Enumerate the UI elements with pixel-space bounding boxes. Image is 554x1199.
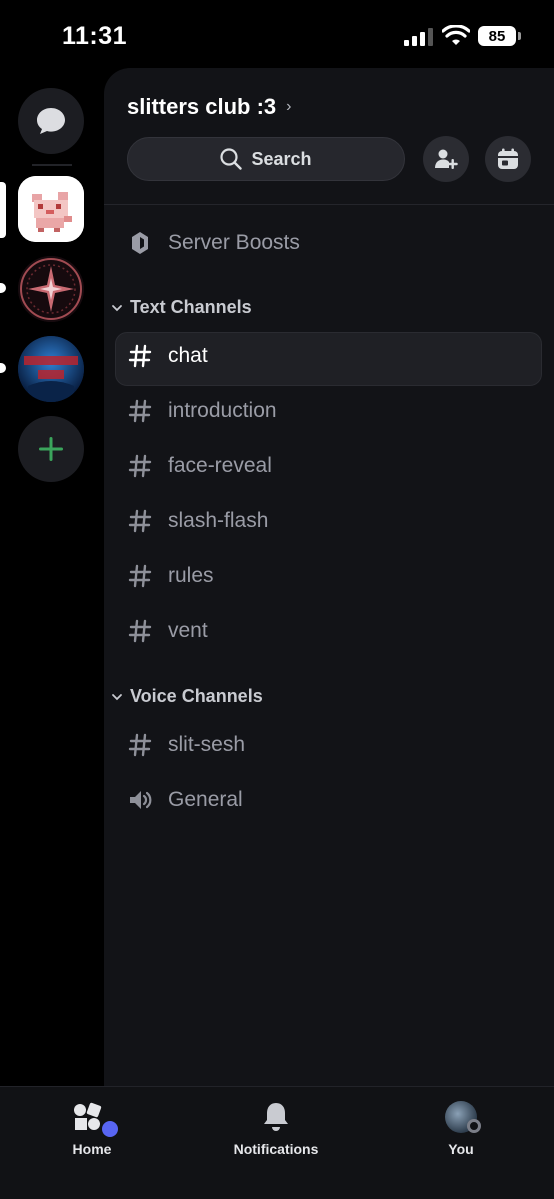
channel-label: chat (168, 344, 208, 367)
hash-icon (128, 399, 152, 423)
voice-channels-label: Voice Channels (130, 686, 263, 706)
chevron-down-icon (112, 304, 122, 311)
home-badge-dot (102, 1121, 118, 1137)
add-server-button[interactable] (18, 416, 84, 482)
search-button[interactable]: Search (127, 137, 405, 181)
voice-channel-general[interactable]: General (128, 788, 243, 812)
server-header[interactable]: slitters club :3 › (127, 94, 291, 120)
server-boosts-label: Server Boosts (168, 231, 300, 254)
bottom-navigation: Home Notifications You (0, 1086, 554, 1199)
channel-label: slash-flash (168, 509, 269, 532)
hash-icon (128, 733, 152, 757)
server-icon-compass[interactable] (18, 256, 84, 322)
channel-label: General (168, 788, 243, 811)
channel-label: face-reveal (168, 454, 272, 477)
status-indicator-icon (467, 1119, 481, 1133)
battery-tip (518, 32, 521, 40)
channel-chat[interactable]: chat (128, 344, 208, 368)
plus-icon (39, 437, 63, 461)
rail-separator (32, 164, 72, 166)
server-rail (0, 68, 104, 1086)
search-icon (220, 148, 243, 170)
speaker-icon (130, 791, 152, 809)
channel-slit-sesh[interactable]: slit-sesh (128, 733, 245, 757)
channel-slash-flash[interactable]: slash-flash (128, 509, 268, 533)
nav-home-label: Home (72, 1141, 112, 1157)
home-icon (74, 1102, 102, 1130)
battery-indicator: 85 (478, 26, 516, 46)
channel-introduction[interactable]: introduction (128, 399, 277, 423)
calendar-icon (498, 148, 518, 169)
channel-label: introduction (168, 399, 277, 422)
wifi-icon (442, 25, 470, 45)
channel-label: slit-sesh (168, 733, 246, 756)
hash-icon (128, 454, 152, 478)
compass-star-server-icon (18, 256, 84, 322)
search-label: Search (251, 148, 312, 169)
voice-channels-header[interactable]: Voice Channels (110, 686, 263, 707)
hash-icon (128, 564, 152, 588)
chevron-right-icon: › (286, 98, 292, 115)
pixel-cat-server-icon (18, 176, 84, 242)
nav-notifications-label: Notifications (233, 1141, 319, 1157)
status-time: 11:31 (62, 22, 128, 50)
unread-indicator (0, 283, 6, 293)
nav-you-label: You (448, 1141, 474, 1157)
server-name: slitters club :3 (127, 94, 277, 119)
channel-face-reveal[interactable]: face-reveal (128, 454, 272, 478)
channel-label: rules (168, 564, 214, 587)
boost-gem-icon (132, 232, 148, 254)
nav-you[interactable]: You (401, 1101, 521, 1157)
chat-bubble-icon (37, 108, 65, 134)
active-server-indicator (0, 182, 6, 238)
hash-icon (128, 509, 152, 533)
cellular-signal-icon (404, 28, 433, 46)
add-member-icon (435, 149, 458, 169)
server-boosts-item[interactable]: Server Boosts (128, 231, 300, 255)
home-icon-wrap (72, 1101, 118, 1137)
channel-panel: slitters club :3 › Search Server Boosts … (104, 68, 554, 1086)
hash-icon (128, 619, 152, 643)
nav-home[interactable]: Home (32, 1101, 152, 1157)
shark-server-icon (18, 336, 84, 402)
header-divider (104, 204, 554, 205)
direct-messages-button[interactable] (18, 88, 84, 154)
text-channels-label: Text Channels (130, 297, 252, 317)
events-button[interactable] (485, 136, 531, 182)
chevron-down-icon (112, 693, 122, 700)
invite-members-button[interactable] (423, 136, 469, 182)
channel-vent[interactable]: vent (128, 619, 208, 643)
text-channels-header[interactable]: Text Channels (110, 297, 252, 318)
bell-icon (264, 1103, 288, 1131)
status-bar: 11:31 85 (0, 0, 554, 68)
nav-notifications[interactable]: Notifications (216, 1101, 336, 1157)
server-icon-slitters-club[interactable] (18, 176, 84, 242)
hash-icon (128, 344, 152, 368)
server-icon-shark[interactable] (18, 336, 84, 402)
channel-label: vent (168, 619, 208, 642)
channel-rules[interactable]: rules (128, 564, 214, 588)
avatar-wrap (441, 1101, 481, 1133)
unread-indicator (0, 363, 6, 373)
